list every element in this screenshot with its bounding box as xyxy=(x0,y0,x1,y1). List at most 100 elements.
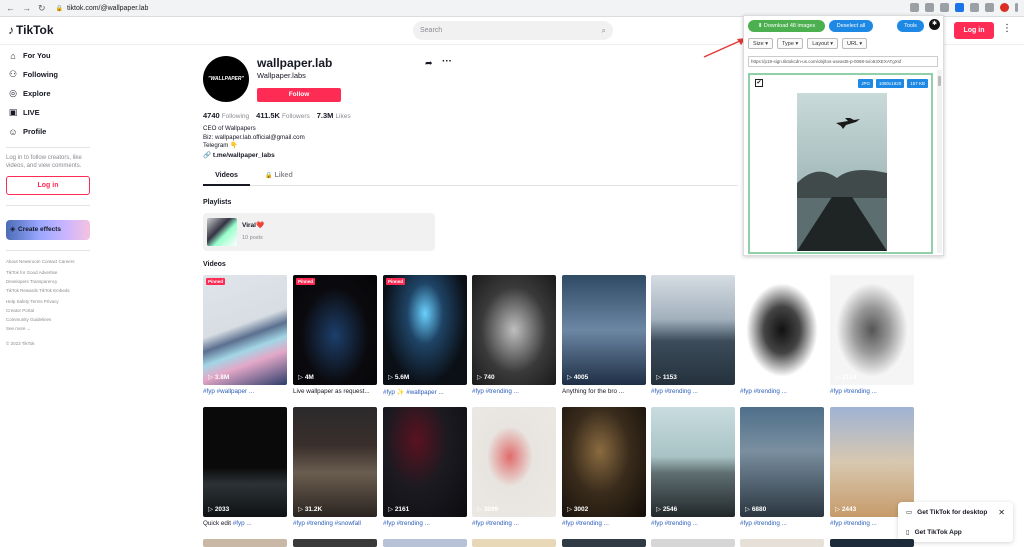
video-caption[interactable]: Anything for the bro ... xyxy=(562,388,646,397)
image-url-field[interactable]: https://p19-sign.tiktokcdn-us.com/obj/to… xyxy=(748,56,938,67)
footer-link-row[interactable]: About Newsroom Contact Careers xyxy=(6,257,95,266)
puzzle-icon[interactable] xyxy=(970,3,979,12)
tools-button[interactable]: Tools xyxy=(897,20,924,32)
gear-icon[interactable]: ✱ xyxy=(929,19,940,30)
footer-link-row[interactable]: Community Guidelines xyxy=(6,315,95,324)
caption-hashtags[interactable]: #fyp #wallpaper ... xyxy=(203,388,254,395)
playlist-card[interactable]: Viral❤️ 10 posts xyxy=(203,213,435,251)
get-desktop-app-link[interactable]: ▭ Get TikTok for desktop xyxy=(906,508,987,517)
extension-icon[interactable] xyxy=(985,3,994,12)
video-caption[interactable]: #fyp #wallpaper ... xyxy=(203,388,287,397)
menu-icon[interactable] xyxy=(1015,3,1018,12)
extension-icon[interactable] xyxy=(910,3,919,12)
video-thumbnail[interactable]: ▷ 740 xyxy=(472,275,556,385)
address-bar[interactable]: 🔒 tiktok.com/@wallpaper.lab xyxy=(56,5,149,12)
type-filter[interactable]: Type ▾ xyxy=(777,38,804,49)
video-thumbnail-partial[interactable] xyxy=(830,539,914,547)
close-icon[interactable]: ✕ xyxy=(998,508,1005,517)
video-thumbnail-partial[interactable] xyxy=(562,539,646,547)
video-thumbnail[interactable]: Pinned ▷ 3.8M xyxy=(203,275,287,385)
size-filter[interactable]: Size ▾ xyxy=(748,38,773,49)
caption-hashtags[interactable]: #fyp #trending ... xyxy=(830,520,877,527)
tiktok-logo[interactable]: ♪ TikTok xyxy=(8,23,54,37)
image-downloader-extension-icon[interactable] xyxy=(955,3,964,12)
video-card[interactable]: Pinned ▷ 4M Live wallpaper as request... xyxy=(293,275,377,397)
followers-stat[interactable]: 411.5K Followers xyxy=(256,111,310,120)
sidebar-item-live[interactable]: ▣ LIVE xyxy=(0,103,100,122)
caption-hashtags[interactable]: #fyp #trending ... xyxy=(740,388,787,395)
video-card[interactable]: ▷ 740 #fyp #trending ... xyxy=(472,275,556,397)
video-thumbnail-partial[interactable] xyxy=(651,539,735,547)
tab-liked[interactable]: 🔒 Liked xyxy=(265,172,293,179)
caption-hashtags[interactable]: #fyp #trending ... xyxy=(651,520,698,527)
more-options-icon[interactable]: ··· xyxy=(442,56,452,67)
video-card[interactable]: ▷ 2516 #fyp #trending ... xyxy=(740,275,824,397)
caption-hashtags[interactable]: #fyp #trending ... xyxy=(383,520,430,527)
scrollbar-thumb[interactable] xyxy=(938,76,941,86)
video-card[interactable]: ▷ 6880 #fyp #trending ... xyxy=(740,407,824,529)
caption-hashtags[interactable]: #fyp #trending #snowfall xyxy=(293,520,361,527)
sidebar-item-for-you[interactable]: ⌂ For You xyxy=(0,46,100,65)
video-card[interactable]: ▷ 2161 #fyp #trending ... xyxy=(383,407,467,529)
video-thumbnail-partial[interactable] xyxy=(293,539,377,547)
forward-icon[interactable]: → xyxy=(22,3,31,14)
filesize-badge[interactable]: 157 KB xyxy=(907,79,928,88)
footer-link-row[interactable]: TikTok Rewards TikTok Embeds xyxy=(6,286,95,295)
video-card[interactable]: ▷ 2546 #fyp #trending ... xyxy=(651,407,735,529)
video-thumbnail-partial[interactable] xyxy=(472,539,556,547)
video-card[interactable]: ▷ 3099 #fyp #trending ... xyxy=(472,407,556,529)
video-thumbnail-partial[interactable] xyxy=(203,539,287,547)
caption-hashtags[interactable]: #fyp ... xyxy=(233,520,252,527)
footer-link-row[interactable]: Developers Transparency xyxy=(6,277,95,286)
video-card[interactable]: ▷ 4005 Anything for the bro ... xyxy=(562,275,646,397)
video-thumbnail[interactable]: ▷ 3124 xyxy=(830,275,914,385)
reload-icon[interactable]: ↻ xyxy=(38,3,46,14)
video-thumbnail[interactable]: ▷ 2443 xyxy=(830,407,914,517)
sidebar-item-explore[interactable]: ◎ Explore xyxy=(0,84,100,103)
get-mobile-app-link[interactable]: ▯ Get TikTok App xyxy=(906,528,962,537)
video-caption[interactable]: #fyp #trending #snowfall xyxy=(293,520,377,529)
image-select-checkbox[interactable]: ✔ xyxy=(755,79,763,87)
video-card[interactable]: ▷ 2033 Quick edit #fyp ... xyxy=(203,407,287,529)
video-thumbnail[interactable]: ▷ 1153 xyxy=(651,275,735,385)
share-icon[interactable]: ➦ xyxy=(425,58,433,69)
more-options-icon[interactable]: ⋮ xyxy=(1002,23,1012,34)
search-input[interactable]: Search ⌕ xyxy=(413,21,613,40)
footer-link-row[interactable]: TikTok for Good Advertise xyxy=(6,268,95,277)
sidebar-item-following[interactable]: ⚇ Following xyxy=(0,65,100,84)
download-images-button[interactable]: ⬇ Download 48 images xyxy=(748,20,825,32)
video-caption[interactable]: #fyp #trending ... xyxy=(383,520,467,529)
video-thumbnail[interactable]: ▷ 4005 xyxy=(562,275,646,385)
video-thumbnail-partial[interactable] xyxy=(740,539,824,547)
extension-icon[interactable] xyxy=(940,3,949,12)
profile-link[interactable]: 🔗 t.me/wallpaper_labs xyxy=(203,151,275,159)
video-caption[interactable]: #fyp #trending ... xyxy=(472,520,556,529)
video-thumbnail[interactable]: Pinned ▷ 5.6M xyxy=(383,275,467,385)
caption-hashtags[interactable]: #fyp #trending ... xyxy=(740,520,787,527)
image-item[interactable]: ✔ JPG 1080x1920 157 KB xyxy=(748,73,933,254)
video-caption[interactable]: #fyp ✨ #wallpaper ... xyxy=(383,388,467,397)
tab-videos[interactable]: Videos xyxy=(203,172,250,179)
sidebar-login-button[interactable]: Log in xyxy=(6,176,90,195)
caption-hashtags[interactable]: #fyp #trending ... xyxy=(830,388,877,395)
caption-hashtags[interactable]: #fyp #trending ... xyxy=(472,520,519,527)
extension-icon[interactable] xyxy=(925,3,934,12)
video-caption[interactable]: #fyp #trending ... xyxy=(651,388,735,397)
caption-hashtags[interactable]: #fyp ✨ #wallpaper ... xyxy=(383,389,444,396)
caption-hashtags[interactable]: #fyp #trending ... xyxy=(651,388,698,395)
dimensions-badge[interactable]: 1080x1920 xyxy=(875,79,905,88)
create-effects-button[interactable]: ◈ Create effects xyxy=(6,220,90,240)
video-thumbnail[interactable]: ▷ 3099 xyxy=(472,407,556,517)
video-card[interactable]: ▷ 1153 #fyp #trending ... xyxy=(651,275,735,397)
video-card[interactable]: Pinned ▷ 3.8M #fyp #wallpaper ... xyxy=(203,275,287,397)
image-preview[interactable] xyxy=(797,93,887,251)
video-caption[interactable]: #fyp #trending ... xyxy=(651,520,735,529)
see-more-link[interactable]: See more ⌄ xyxy=(6,324,95,333)
video-thumbnail[interactable]: ▷ 2161 xyxy=(383,407,467,517)
search-icon[interactable]: ⌕ xyxy=(602,21,606,40)
video-card[interactable]: Pinned ▷ 5.6M #fyp ✨ #wallpaper ... xyxy=(383,275,467,397)
video-card[interactable]: ▷ 31.2K #fyp #trending #snowfall xyxy=(293,407,377,529)
footer-link-row[interactable]: Creator Portal xyxy=(6,306,95,315)
video-caption[interactable]: Quick edit #fyp ... xyxy=(203,520,287,529)
video-card[interactable]: ▷ 3124 #fyp #trending ... xyxy=(830,275,914,397)
